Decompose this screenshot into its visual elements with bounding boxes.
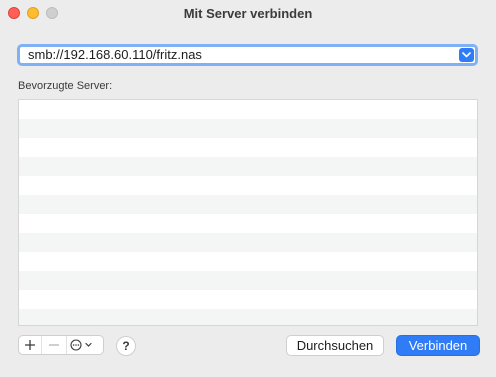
connect-button[interactable]: Verbinden — [396, 335, 480, 356]
list-row — [19, 271, 477, 290]
favorite-servers-list[interactable] — [18, 99, 478, 326]
list-row — [19, 100, 477, 119]
list-row — [19, 176, 477, 195]
list-row — [19, 157, 477, 176]
chevron-down-icon — [462, 52, 471, 58]
more-actions-button[interactable] — [65, 336, 103, 354]
list-row — [19, 233, 477, 252]
list-row — [19, 290, 477, 309]
server-address-value[interactable]: smb://192.168.60.110/fritz.nas — [28, 47, 202, 63]
favorites-segmented-control — [18, 335, 104, 355]
browse-button[interactable]: Durchsuchen — [286, 335, 384, 356]
list-row — [19, 309, 477, 325]
list-row — [19, 138, 477, 157]
favorite-servers-label: Bevorzugte Server: — [18, 80, 113, 92]
plus-icon — [25, 340, 35, 350]
minus-icon — [49, 344, 59, 346]
list-row — [19, 214, 477, 233]
list-row — [19, 119, 477, 138]
help-button[interactable]: ? — [116, 336, 136, 356]
add-favorite-button[interactable] — [19, 336, 41, 354]
recent-servers-dropdown[interactable] — [459, 48, 474, 62]
server-address-field[interactable]: smb://192.168.60.110/fritz.nas — [17, 44, 478, 66]
remove-favorite-button[interactable] — [41, 336, 67, 354]
connect-to-server-window: Mit Server verbinden smb://192.168.60.11… — [0, 0, 496, 377]
list-row — [19, 195, 477, 214]
ellipsis-circle-icon — [70, 339, 92, 351]
list-row — [19, 252, 477, 271]
title-bar: Mit Server verbinden — [0, 0, 496, 28]
window-title: Mit Server verbinden — [183, 6, 313, 21]
